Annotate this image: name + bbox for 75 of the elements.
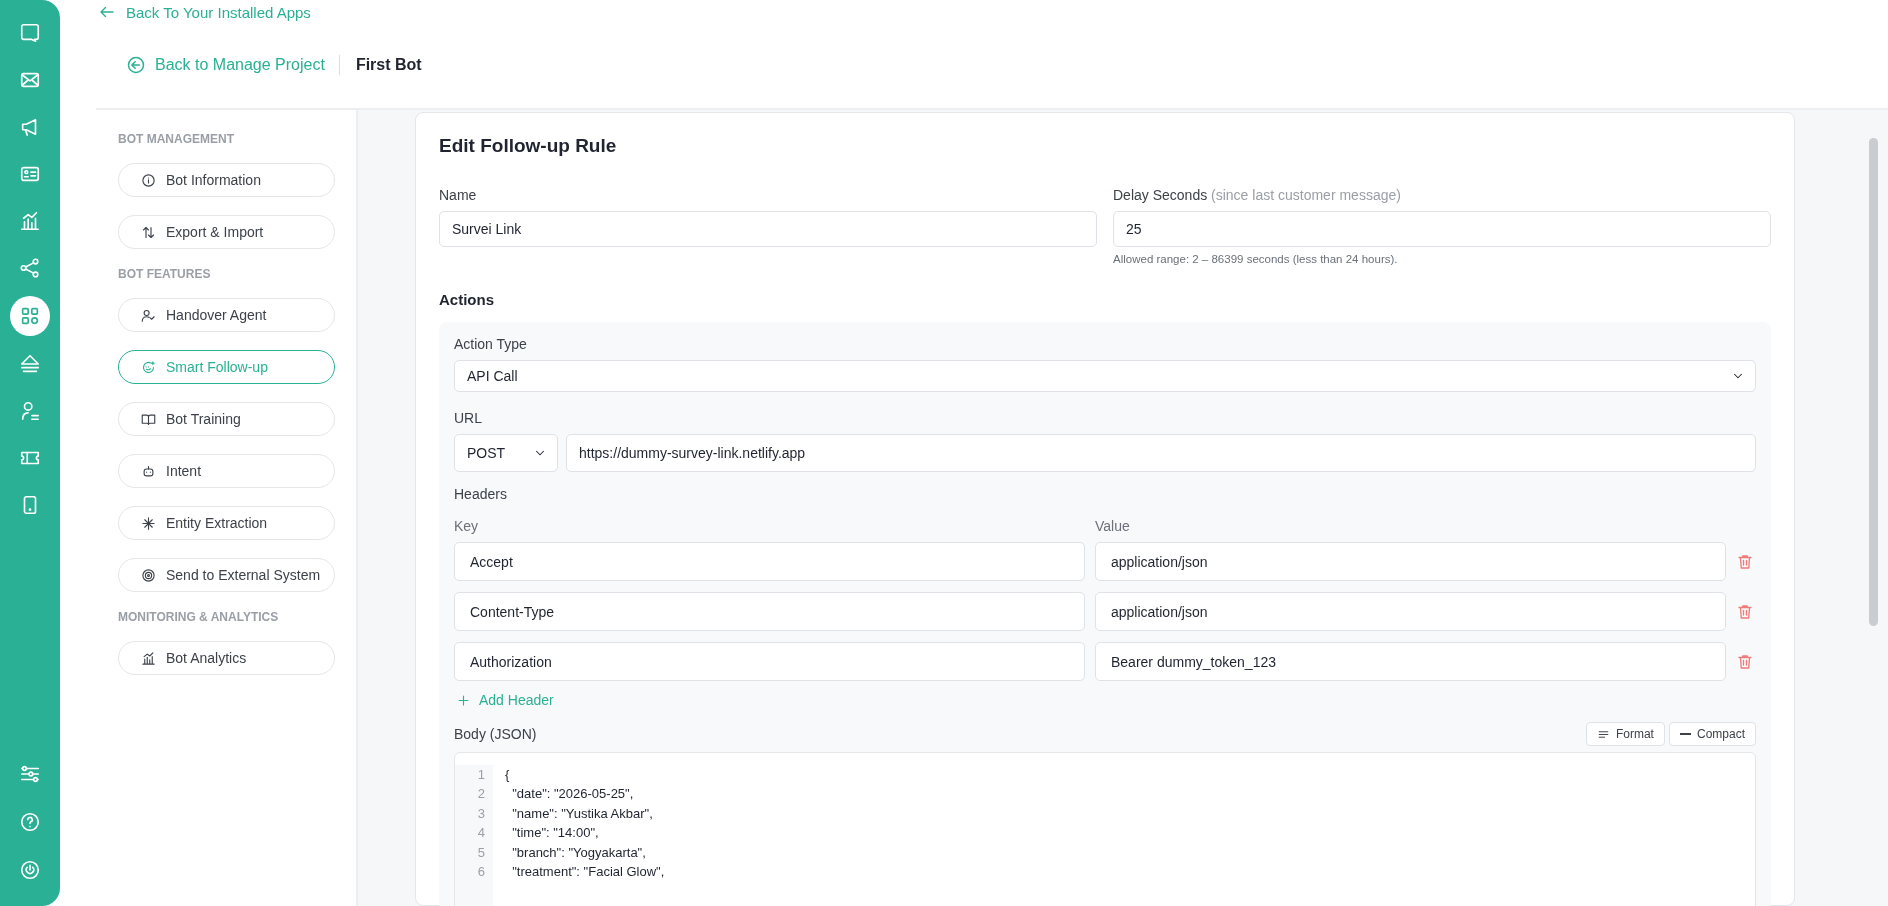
dash-icon	[1679, 733, 1691, 735]
section-title: BOT FEATURES	[118, 267, 212, 281]
section-title: MONITORING & ANALYTICS	[118, 610, 280, 624]
plus-icon	[456, 692, 471, 708]
grid-icon	[19, 305, 41, 327]
delay-input[interactable]: 25	[1113, 211, 1771, 247]
scrollbar[interactable]	[1868, 138, 1878, 626]
bar-chart-icon	[141, 650, 156, 666]
compact-button[interactable]: Compact	[1668, 722, 1756, 746]
menu-item[interactable]: Export & Import	[118, 215, 335, 249]
chat-sparkle-icon	[141, 359, 156, 375]
header-key-input[interactable]: Authorization	[454, 642, 1085, 681]
rail-nav-item[interactable]	[10, 296, 50, 336]
headers-label: Headers	[454, 486, 508, 502]
code-line: {	[505, 766, 511, 784]
bar-chart-icon	[19, 210, 41, 232]
body-label: Body (JSON)	[454, 726, 537, 742]
info-icon	[141, 172, 156, 188]
code-line: "name": "Yustika Akbar",	[511, 804, 654, 823]
power-icon	[19, 859, 41, 881]
target-icon	[141, 567, 156, 583]
trash-icon	[1736, 602, 1754, 621]
user-check-icon	[141, 307, 156, 323]
header-value-input[interactable]: application/json	[1095, 542, 1726, 581]
menu-item[interactable]: Bot Information	[118, 163, 335, 197]
trash-icon	[1736, 652, 1754, 671]
code-line: "treatment": "Facial Glow",	[511, 862, 665, 881]
line-number: 3	[476, 804, 485, 823]
json-editor[interactable]: 1 2 3 4 5 6 { "date": "2026-05-25", "name": "Yustika Akbar", "time": "14:00", "branch": "Yogyakarta", "treatment": "Facial Glow",	[454, 752, 1756, 906]
chat-bubble-icon	[19, 22, 41, 44]
code-line: "time": "14:00",	[511, 824, 600, 843]
value-column-label: Value	[1095, 518, 1131, 534]
stacked-layers-icon	[19, 353, 41, 375]
header-value-input[interactable]: application/json	[1095, 592, 1726, 631]
delay-label: Delay Seconds (since last customer message)	[1113, 187, 1402, 203]
line-number: 5	[476, 843, 485, 862]
form-title: Edit Follow-up Rule	[439, 135, 618, 157]
code-line: "date": "2026-05-25",	[511, 785, 635, 804]
line-number: 4	[476, 824, 485, 843]
url-input[interactable]: https://dummy-survey-link.netlify.app	[566, 434, 1756, 472]
menu-item[interactable]: Bot Training	[118, 402, 335, 436]
header-key-input[interactable]: Accept	[454, 542, 1085, 581]
header-key-input[interactable]: Content-Type	[454, 592, 1085, 631]
help-text: Allowed range: 2 – 86399 seconds (less than 24 hours).	[1113, 253, 1399, 265]
actions-heading: Actions	[439, 291, 495, 308]
open-book-icon	[141, 411, 156, 427]
line-number: 2	[476, 785, 485, 804]
name-label: Name	[439, 187, 478, 203]
menu-item[interactable]: Entity Extraction	[118, 506, 335, 540]
menu-item[interactable]: Bot Analytics	[118, 641, 335, 675]
format-button[interactable]: Format	[1585, 722, 1665, 746]
help-icon	[19, 811, 41, 833]
line-number: 1	[476, 766, 485, 784]
menu-item[interactable]: Intent	[118, 454, 335, 488]
key-column-label: Key	[454, 518, 480, 534]
sliders-icon	[19, 763, 41, 785]
name-input[interactable]: Survei Link	[439, 211, 1097, 247]
section-title: BOT MANAGEMENT	[118, 132, 235, 146]
action-type-select[interactable]: API Call	[454, 360, 1756, 392]
sparkle-icon	[141, 515, 156, 531]
trash-icon	[1736, 552, 1754, 571]
header-value-input[interactable]: Bearer dummy_token_123	[1095, 642, 1726, 681]
menu-item[interactable]: Handover Agent	[118, 298, 335, 332]
action-type-label: Action Type	[454, 336, 528, 352]
method-select[interactable]: POST	[454, 434, 558, 472]
robot-icon	[141, 463, 156, 479]
share-nodes-icon	[19, 257, 41, 279]
circle-arrow-left-icon	[126, 55, 146, 75]
code-line: "branch": "Yogyakarta",	[511, 843, 647, 862]
menu-item[interactable]: Send to External System	[118, 558, 335, 592]
user-stamp-icon	[19, 400, 41, 422]
up-down-arrows-icon	[141, 224, 156, 240]
breadcrumb-current: First Bot	[354, 56, 422, 74]
url-label: URL	[454, 410, 483, 426]
line-number: 6	[476, 862, 485, 881]
